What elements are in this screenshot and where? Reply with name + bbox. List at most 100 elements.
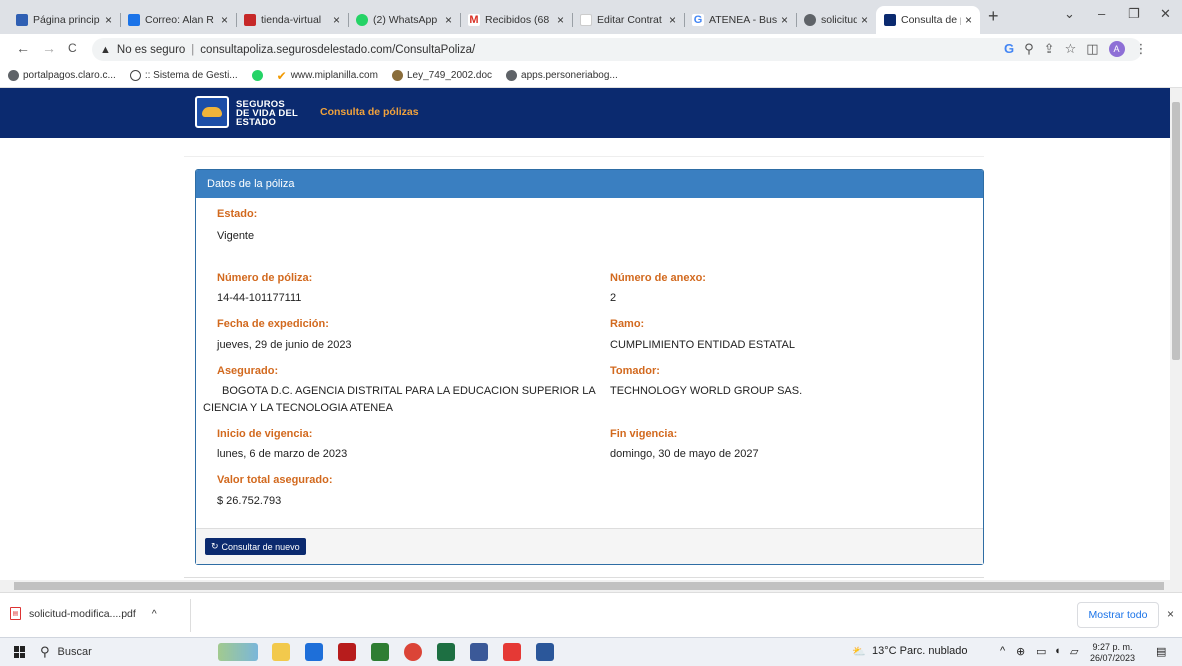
notifications-icon[interactable]: ▤ (1156, 645, 1166, 658)
minimize-button[interactable]: – (1098, 6, 1105, 21)
url-text[interactable]: consultapoliza.segurosdelestado.com/Cons… (200, 44, 475, 56)
toolbar-actions: G ⚲ ⇪ ☆ ◫ A ⋮ (1004, 41, 1148, 57)
divider (184, 577, 984, 578)
weather-text[interactable]: 13°C Parc. nublado (872, 645, 968, 657)
chrome-icon[interactable] (404, 643, 422, 661)
tab-search-icon[interactable]: ⌄ (1064, 6, 1075, 22)
fecha-expedicion-label: Fecha de expedición: (217, 318, 329, 330)
tab-title: Editar Contrat (597, 14, 662, 26)
tab-whatsapp[interactable]: (2) WhatsApp × (348, 6, 460, 34)
calculator-icon[interactable] (470, 643, 488, 661)
menu-icon[interactable]: ⋮ (1135, 41, 1148, 57)
globe-icon (506, 70, 518, 81)
tab-title: tienda-virtual (261, 14, 322, 26)
numero-anexo-label: Número de anexo: (610, 272, 706, 284)
new-tab-button[interactable]: + (988, 6, 999, 27)
warning-icon[interactable]: ▲ (100, 44, 111, 56)
asegurado-label: Asegurado: (217, 365, 279, 377)
profile-avatar[interactable]: A (1108, 41, 1125, 57)
close-tab-icon[interactable]: × (333, 13, 340, 27)
bookmark-label: apps.personeriabog... (521, 70, 618, 81)
acrobat-icon[interactable] (503, 643, 521, 661)
back-button[interactable]: ← (16, 40, 30, 56)
reload-button[interactable]: C (68, 41, 77, 55)
xbox-icon[interactable] (371, 643, 389, 661)
google-lens-icon[interactable]: G (1004, 41, 1014, 57)
close-tab-icon[interactable]: × (557, 13, 564, 27)
windows-start-icon[interactable] (14, 646, 26, 658)
scrollbar-thumb[interactable] (1172, 102, 1180, 360)
close-tab-icon[interactable]: × (221, 13, 228, 27)
close-tab-icon[interactable]: × (965, 13, 972, 27)
close-downloads-icon[interactable]: × (1167, 607, 1174, 621)
bookmark-sistema-gestion[interactable]: :: Sistema de Gesti... (129, 70, 238, 81)
horizontal-scrollbar[interactable] (0, 580, 1182, 592)
tab-solicitud[interactable]: solicitud-mod × (796, 6, 876, 34)
scrollbar-thumb[interactable] (14, 582, 1164, 590)
excel-icon[interactable] (437, 643, 455, 661)
weather-icon[interactable]: ⛅ (852, 645, 866, 658)
close-tab-icon[interactable]: × (105, 13, 112, 27)
tab-title: Página princip (33, 14, 100, 26)
taskbar-search[interactable]: ⚲ Buscar (40, 644, 92, 660)
bookmark-personeria[interactable]: apps.personeriabog... (506, 70, 618, 81)
battery-icon[interactable]: ▭ (1036, 645, 1046, 658)
file-explorer-icon[interactable] (272, 643, 290, 661)
close-tab-icon[interactable]: × (861, 13, 868, 27)
close-window-button[interactable]: ✕ (1160, 6, 1171, 22)
bookmark-portalpagos[interactable]: portalpagos.claro.c... (8, 70, 116, 81)
volume-icon[interactable]: ◖ (1054, 645, 1061, 657)
inicio-vigencia-value: lunes, 6 de marzo de 2023 (217, 448, 348, 460)
maximize-button[interactable]: ❐ (1128, 6, 1140, 22)
tab-title: solicitud-mod (821, 14, 857, 26)
display-icon[interactable]: ▱ (1070, 645, 1078, 658)
show-all-button[interactable]: Mostrar todo (1077, 602, 1159, 628)
divider (184, 156, 984, 157)
numero-anexo-value: 2 (610, 292, 617, 304)
policy-data-panel: Datos de la póliza Estado: Vigente Númer… (195, 169, 984, 565)
close-tab-icon[interactable]: × (669, 13, 676, 27)
network-icon[interactable]: ⊕ (1016, 645, 1025, 658)
close-tab-icon[interactable]: × (445, 13, 452, 27)
ramo-label: Ramo: (610, 318, 645, 330)
refresh-icon: ↻ (211, 541, 219, 551)
media-app-icon[interactable] (338, 643, 356, 661)
close-tab-icon[interactable]: × (781, 13, 788, 27)
estado-label: Estado: (217, 208, 258, 220)
bookmark-whatsapp[interactable] (251, 70, 263, 81)
search-highlight-image[interactable] (218, 643, 258, 661)
side-panel-icon[interactable]: ◫ (1086, 41, 1098, 57)
consultar-de-nuevo-button[interactable]: ↻ Consultar de nuevo (205, 538, 306, 555)
tab-correo[interactable]: Correo: Alan R × (120, 6, 236, 34)
mail-icon[interactable] (305, 643, 323, 661)
tab-gmail[interactable]: M Recibidos (68 × (460, 6, 572, 34)
windows-taskbar: ⚲ Buscar ⛅ 13°C Parc. nublado ^ ⊕ ▭ ◖ ▱ … (0, 637, 1182, 666)
tab-atenea[interactable]: G ATENEA - Bus × (684, 6, 796, 34)
forward-button[interactable]: → (42, 40, 56, 56)
bookmark-miplanilla[interactable]: ✔ www.miplanilla.com (277, 69, 378, 83)
security-status[interactable]: No es seguro (117, 44, 185, 56)
tab-consulta-poliza[interactable]: Consulta de p × (876, 6, 980, 34)
address-bar[interactable]: ▲ No es seguro | consultapoliza.segurosd… (92, 38, 1142, 61)
bookmark-star-icon[interactable]: ☆ (1065, 41, 1077, 57)
tab-editar-contrato[interactable]: Editar Contrat × (572, 6, 684, 34)
nav-consulta-polizas[interactable]: Consulta de pólizas (320, 106, 419, 118)
share-icon[interactable]: ⇪ (1044, 41, 1055, 57)
system-tray-chevron-icon[interactable]: ^ (1000, 645, 1005, 657)
zoom-icon[interactable]: ⚲ (1024, 41, 1034, 57)
search-placeholder: Buscar (57, 646, 92, 658)
seguros-estado-logo[interactable] (195, 96, 229, 128)
search-icon: ⚲ (40, 644, 50, 659)
fecha-expedicion-value: jueves, 29 de junio de 2023 (217, 339, 352, 351)
bookmark-label: Ley_749_2002.doc (406, 70, 493, 81)
download-item[interactable]: ▤ solicitud-modifica....pdf ^ (10, 607, 157, 620)
system-clock[interactable]: 9:27 p. m. 26/07/2023 (1090, 642, 1135, 664)
bookmark-ley-749[interactable]: Ley_749_2002.doc (391, 70, 493, 81)
vertical-scrollbar[interactable] (1170, 88, 1182, 580)
tab-pagina-principal[interactable]: Página princip × (8, 6, 120, 34)
chevron-up-icon[interactable]: ^ (152, 608, 157, 620)
estado-value: Vigente (217, 230, 255, 242)
tab-tienda-virtual[interactable]: tienda-virtual × (236, 6, 348, 34)
word-icon[interactable] (536, 643, 554, 661)
download-file-name[interactable]: solicitud-modifica....pdf (29, 608, 136, 620)
